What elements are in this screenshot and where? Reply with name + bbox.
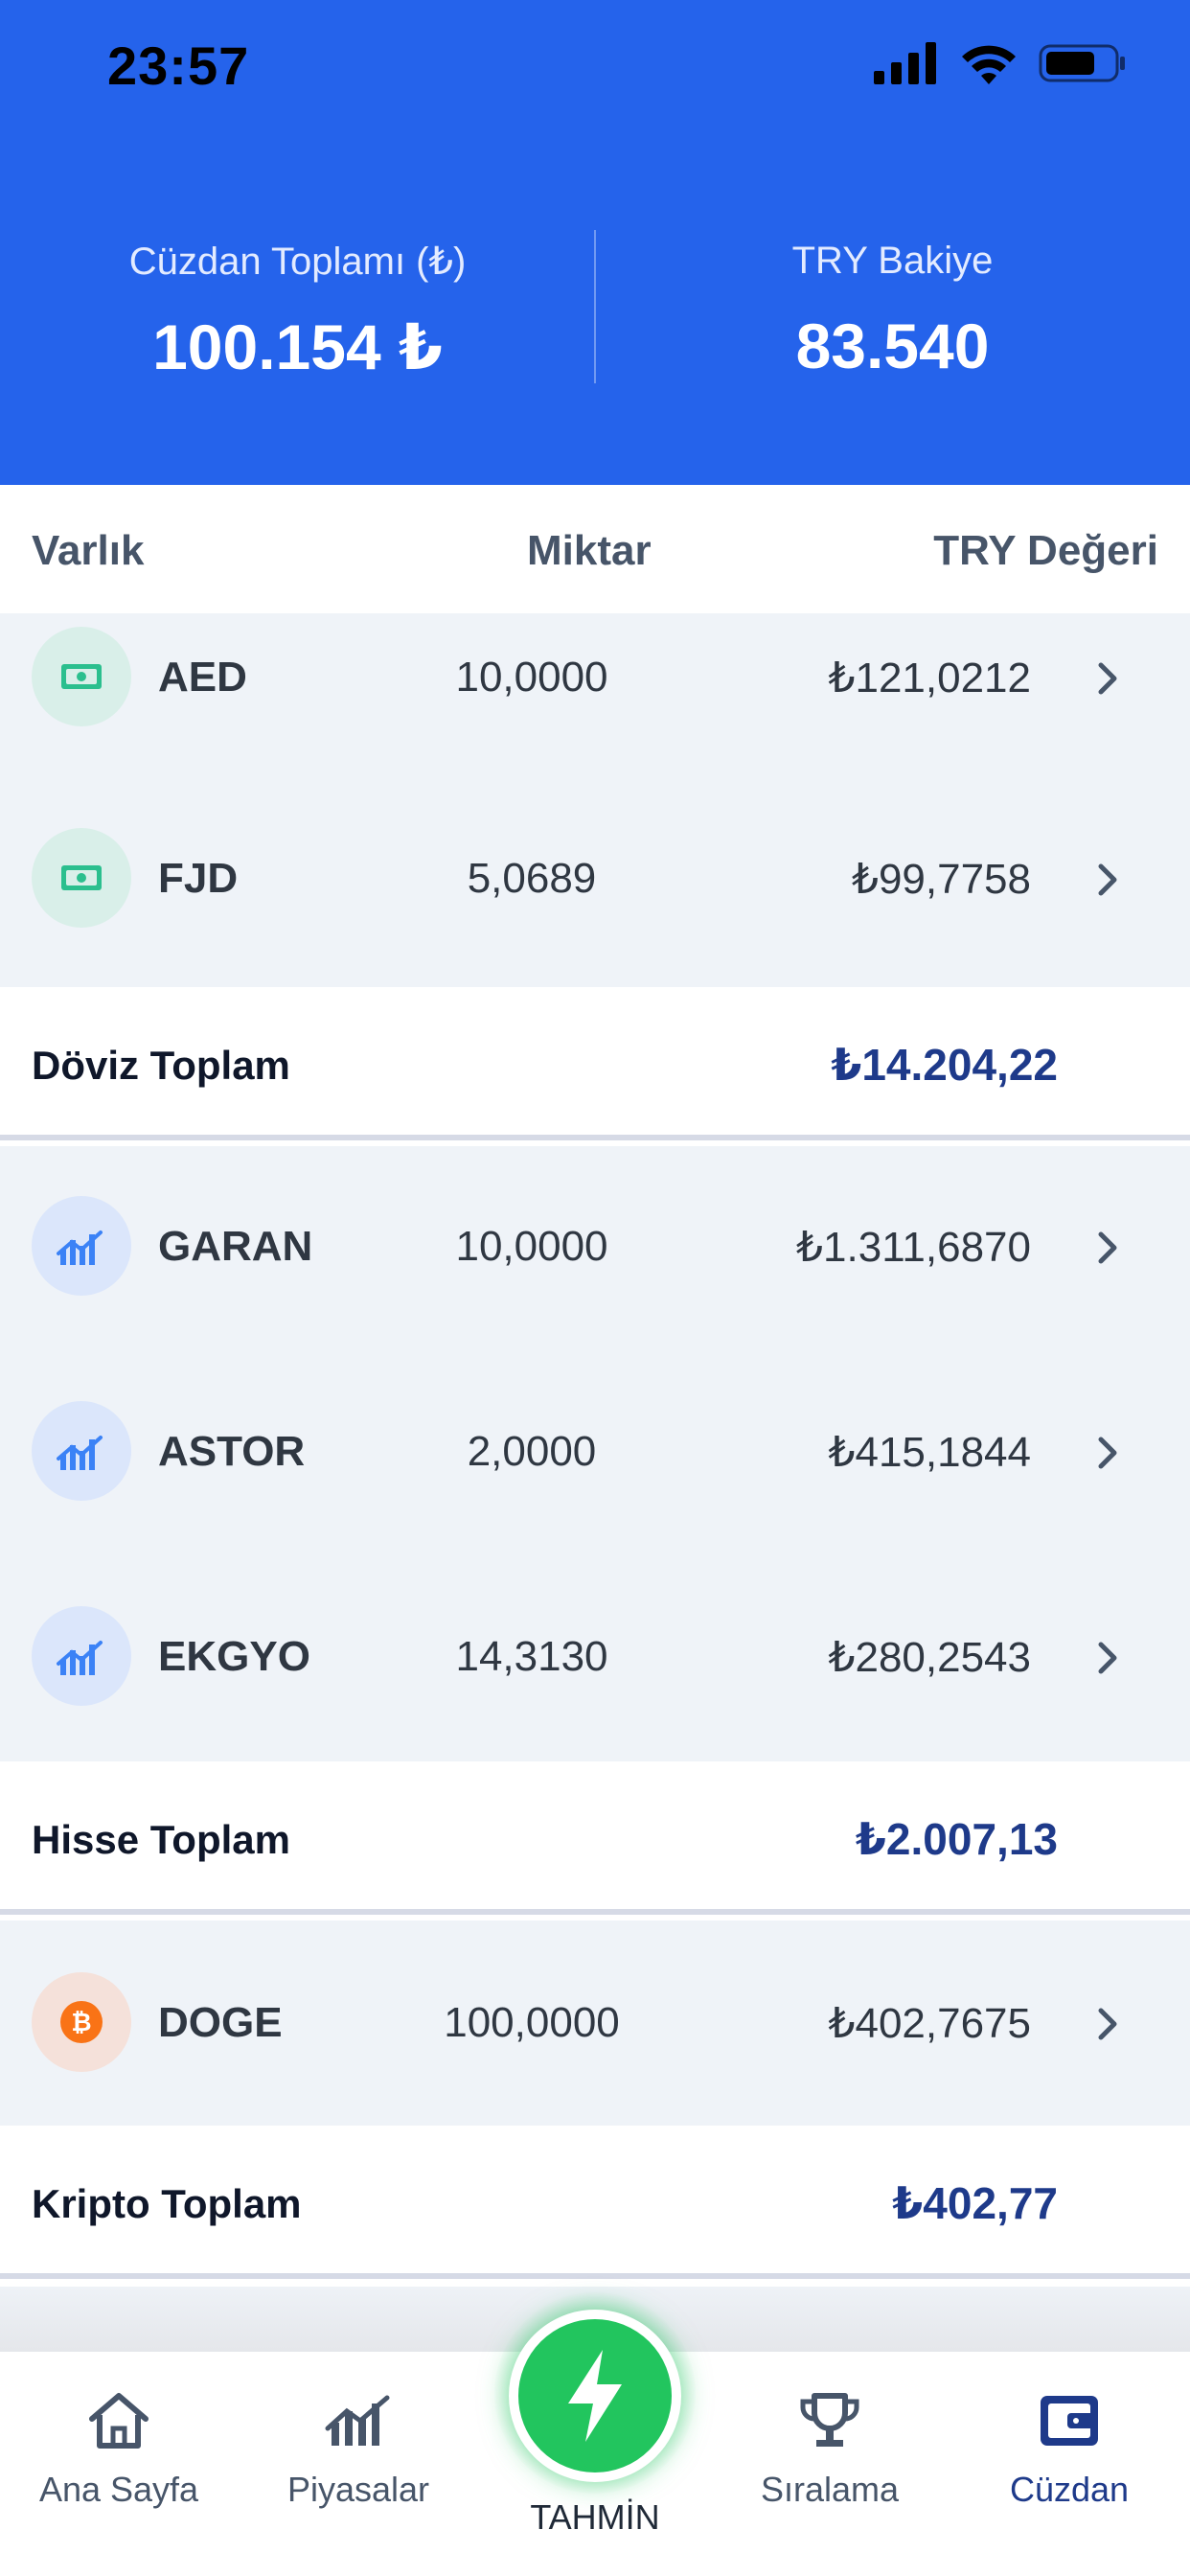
chevron-right-icon[interactable] [1088,861,1127,899]
chevron-right-icon[interactable] [1088,1639,1127,1677]
asset-symbol: FJD [158,855,239,902]
asset-amount: 5,0689 [467,855,597,902]
asset-amount: 14,3130 [455,1633,608,1680]
asset-symbol: EKGYO [158,1633,310,1680]
column-value: TRY Değeri [933,527,1158,574]
try-balance-label: TRY Bakiye [791,240,994,282]
asset-amount: 10,0000 [455,654,608,701]
table-header: Varlık Miktar TRY Değeri [0,485,1190,613]
wallet-total-label: Cüzdan Toplamı (₺) [128,241,467,283]
nav-wallet[interactable]: Cüzdan [964,2390,1175,2510]
currency-total-label: Döviz Toplam [32,1043,290,1088]
stock-chart-icon [32,1606,131,1706]
wallet-icon [1041,2396,1098,2446]
stocks-total: Hisse Toplam ₺2.007,13 [0,1761,1190,1915]
stocks-total-value: ₺2.007,13 [855,1814,1058,1864]
chevron-right-icon[interactable] [1088,1434,1127,1472]
lightning-bolt-icon [568,2350,622,2442]
asset-symbol: ASTOR [158,1428,306,1475]
stock-chart-icon [32,1196,131,1296]
column-amount: Miktar [527,527,652,574]
asset-row-garan[interactable]: GARAN 10,0000 ₺1.311,6870 [0,1146,1190,1351]
wifi-icon [962,45,1016,84]
cellular-signal-icon [874,42,936,84]
currency-total: Döviz Toplam ₺14.204,22 [0,987,1190,1140]
nav-ranking-label: Sıralama [760,2470,900,2509]
asset-symbol: AED [158,654,247,701]
asset-row-aed[interactable]: AED 10,0000 ₺121,0212 [0,613,1190,818]
bitcoin-icon: ₿ [32,1972,131,2072]
asset-row-doge[interactable]: ₿ DOGE 100,0000 ₺402,7675 [0,1920,1190,2126]
wallet-total: Cüzdan Toplamı (₺) 100.154 ₺ [0,230,595,393]
nav-markets[interactable]: Piyasalar [253,2390,464,2510]
banknote-icon [32,627,131,726]
svg-text:₿: ₿ [71,2009,91,2037]
nav-wallet-label: Cüzdan [1009,2470,1130,2509]
crypto-total-value: ₺402,77 [892,2178,1058,2228]
crypto-total: Kripto Toplam ₺402,77 [0,2126,1190,2279]
asset-amount: 100,0000 [444,1999,620,2046]
column-asset: Varlık [32,527,145,574]
predict-label: TAHMİN [530,2497,660,2537]
nav-ranking[interactable]: Sıralama [724,2390,935,2510]
try-balance: TRY Bakiye 83.540 [595,230,1190,393]
markets-chart-icon [325,2395,390,2446]
nav-markets-label: Piyasalar [286,2470,430,2509]
stock-chart-icon [32,1401,131,1501]
nav-home[interactable]: Ana Sayfa [13,2390,224,2510]
chevron-right-icon[interactable] [1088,2005,1127,2043]
trophy-icon [800,2393,859,2447]
asset-symbol: GARAN [158,1223,313,1270]
banknote-icon [32,828,131,928]
summary-divider [594,230,596,383]
status-icons [874,42,1127,84]
home-icon [89,2393,149,2449]
wallet-total-value: 100.154 ₺ [152,311,443,382]
try-balance-value: 83.540 [795,310,990,381]
asset-row-astor[interactable]: ASTOR 2,0000 ₺415,1844 [0,1351,1190,1556]
wallet-summary: Cüzdan Toplamı (₺) 100.154 ₺ TRY Bakiye … [0,230,1190,393]
asset-symbol: DOGE [158,1999,283,2046]
asset-amount: 2,0000 [467,1428,597,1475]
asset-row-fjd[interactable]: FJD 5,0689 ₺99,7758 [0,818,1190,987]
asset-value: ₺99,7758 [851,856,1031,903]
crypto-total-label: Kripto Toplam [32,2181,302,2226]
chevron-right-icon[interactable] [1088,659,1127,698]
asset-value: ₺415,1844 [828,1429,1031,1476]
asset-value: ₺280,2543 [828,1634,1031,1681]
nav-home-label: Ana Sayfa [38,2470,199,2509]
currency-total-value: ₺14.204,22 [831,1040,1058,1090]
asset-value: ₺1.311,6870 [796,1224,1031,1271]
asset-amount: 10,0000 [455,1223,608,1270]
stocks-total-label: Hisse Toplam [32,1817,290,1862]
predict-button[interactable] [509,2310,681,2482]
status-bar: 23:57 [0,0,1190,134]
asset-value: ₺402,7675 [828,2000,1031,2047]
status-time: 23:57 [107,35,250,96]
asset-row-ekgyo[interactable]: EKGYO 14,3130 ₺280,2543 [0,1556,1190,1761]
asset-value: ₺121,0212 [828,655,1031,702]
wallet-header: 23:57 Cüzdan Toplamı (₺) 100.154 ₺ TRY B… [0,0,1190,485]
chevron-right-icon[interactable] [1088,1229,1127,1267]
battery-icon [1039,44,1125,82]
